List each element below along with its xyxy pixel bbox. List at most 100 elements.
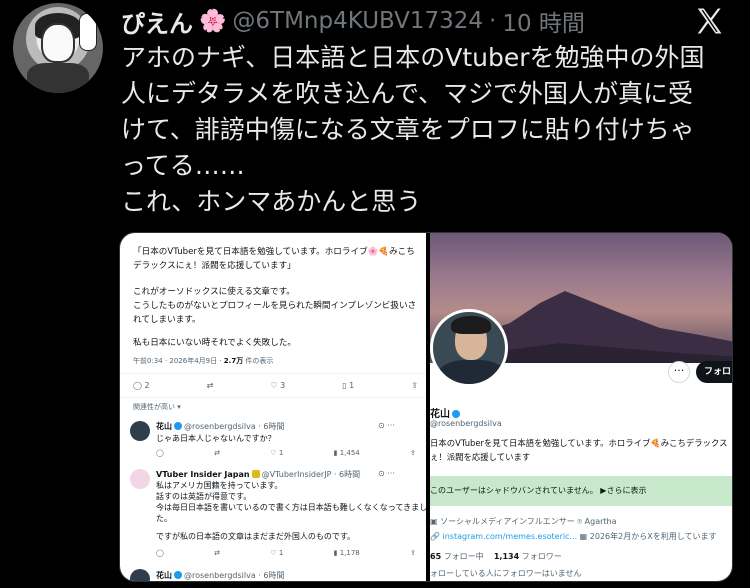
like-count: 1	[278, 549, 284, 557]
reply-text-line: 今は毎日日本語を書いているので書く方は日本語も難しくなくなってきまし	[156, 503, 426, 512]
location-icon: ⌾	[577, 517, 585, 526]
reply-icon: ◯	[133, 381, 142, 390]
reply-handle: @VTuberInsiderJP · 6時間	[261, 470, 361, 479]
views-button[interactable]: ▮ 1,454	[334, 449, 360, 457]
quoted-action-row: ◯ 2 ⇄ ♡ 3 ▯ 1 ⇪	[133, 381, 418, 395]
reply-handle: @rosenbergdsilva · 6時間	[184, 571, 285, 580]
avatar-suit	[437, 360, 505, 384]
post-media-grid[interactable]: 「日本のVTuberを見て日本語を勉強しています。ホロライブ🌸🍕みこち デラック…	[119, 232, 733, 582]
x-logo-icon[interactable]	[694, 6, 724, 36]
like-button[interactable]: ♡ 1	[270, 449, 283, 457]
retweet-button[interactable]: ⇄	[207, 381, 214, 395]
quoted-body-line: これがオーソドックスに使える文章です。	[133, 287, 295, 297]
reply-item[interactable]: 花山 @rosenbergdsilva · 6時間 ⊙ ··· じゃあ日本人じゃな…	[120, 419, 426, 459]
avatar-figure-face	[41, 23, 75, 63]
quoted-meta-time: 午前0:34 · 2026年4月9日 ·	[133, 357, 224, 365]
like-count: 3	[280, 381, 286, 390]
post-text-line: アホのナギ、日本語と日本のVtuberを勉強中の外国	[121, 43, 705, 72]
quoted-body-line: れてしまいます。	[133, 315, 201, 325]
shadowban-notice[interactable]: このユーザーはシャドウバンされていません。 ▶さらに表示	[430, 476, 732, 506]
verified-badge-icon	[174, 422, 182, 430]
followers-count: 1,134	[493, 552, 520, 561]
avatar-speech-bubble	[79, 13, 97, 51]
like-button[interactable]: ♡ 3	[270, 381, 285, 395]
quoted-body-line: 私も日本にいない時それでよく失敗した。	[133, 338, 297, 348]
verified-badge-icon	[174, 571, 182, 579]
share-button[interactable]: ⇪	[411, 381, 418, 395]
media-image-right[interactable]: ··· フォロ 花山 @rosenbergdsilva 日本のVTuberを見て…	[430, 233, 732, 581]
quoted-body-line: デラックスにぇ！派閥を応援しています」	[133, 261, 296, 271]
reply-item[interactable]: VTuber Insider Japan @VTuberInsiderJP · 6…	[120, 467, 426, 563]
reply-text-line: た。	[156, 514, 172, 523]
avatar-hair	[451, 316, 491, 334]
profile-location: Agartha	[584, 517, 617, 526]
reply-avatar[interactable]	[130, 569, 150, 581]
reply-count: 2	[144, 381, 150, 390]
post-text: アホのナギ、日本語と日本のVtuberを勉強中の外国 人にデタラメを吹き込んで、…	[121, 40, 741, 220]
bookmark-button[interactable]: ▯ 1	[342, 381, 354, 395]
reply-button[interactable]: ◯ 2	[133, 381, 150, 395]
quoted-meta: 午前0:34 · 2026年4月9日 · 2.7万 件の表示	[133, 356, 273, 366]
following-label: フォロー中	[443, 552, 484, 561]
profile-stats: 65 フォロー中 1,134 フォロワー	[430, 551, 562, 562]
profile-name: 花山	[430, 405, 462, 420]
post-timestamp[interactable]: 10 時間	[502, 4, 585, 38]
reply-author[interactable]: 花山 @rosenbergdsilva · 6時間	[156, 570, 284, 581]
share-icon[interactable]: ⇪	[410, 449, 416, 457]
following-count: 65	[430, 552, 442, 561]
category-icon: ▣	[430, 517, 441, 526]
profile-category: ソーシャルメディアインフルエンサー	[440, 517, 575, 526]
divider	[120, 397, 426, 398]
post-text-line: 人にデタラメを吹き込んで、マジで外国人が真に受	[121, 79, 694, 108]
known-followers: ォローしている人にフォロワーはいません	[430, 569, 582, 578]
author-handle[interactable]: @6TMnp4KUBV17324	[232, 8, 483, 34]
post-text-line: ってる……	[121, 151, 245, 180]
profile-joined: 2026年2月からXを利用しています	[589, 532, 717, 541]
media-image-left[interactable]: 「日本のVTuberを見て日本語を勉強しています。ホロライブ🌸🍕みこち デラック…	[120, 233, 426, 581]
reply-avatar[interactable]	[130, 469, 150, 489]
post-text-line: けて、誹謗中傷になる文章をプロフに貼り付けちゃ	[121, 115, 695, 144]
retweet-icon: ⇄	[206, 381, 214, 390]
divider	[120, 373, 426, 374]
followers-link[interactable]: 1,134 フォロワー	[494, 552, 562, 561]
post-text-line: これ、ホンマあかんと思う	[121, 187, 422, 216]
retweet-icon[interactable]: ⇄	[214, 549, 220, 557]
reply-icon[interactable]: ◯	[156, 549, 164, 557]
reply-text-line: じゃあ日本人じゃないんですか？	[156, 434, 276, 443]
bookmark-count: 1	[349, 381, 355, 390]
following-link[interactable]: 65 フォロー中	[430, 552, 484, 561]
views-button[interactable]: ▮ 1,178	[334, 549, 360, 557]
meta-separator: ·	[489, 8, 497, 34]
profile-bio-line: 日本のVTuberを見て日本語を勉強しています。ホロライブ🍕みこちデラックス	[430, 438, 728, 448]
reply-icon[interactable]: ◯	[156, 449, 164, 457]
sort-dropdown[interactable]: 関連性が高い ▾	[133, 402, 181, 412]
like-button[interactable]: ♡ 1	[270, 549, 283, 557]
cherry-blossom-icon: 🌸	[199, 8, 227, 34]
reply-author[interactable]: 花山 @rosenbergdsilva · 6時間	[156, 421, 284, 432]
reply-action-row: ◯ ⇄ ♡ 1 ▮ 1,178 ⇪	[156, 549, 416, 557]
heart-icon: ♡	[270, 381, 278, 390]
reply-avatar[interactable]	[130, 421, 150, 441]
author-avatar[interactable]	[13, 3, 103, 93]
follow-button[interactable]: フォロ	[696, 361, 732, 383]
retweet-icon[interactable]: ⇄	[214, 449, 220, 457]
like-count: 1	[278, 449, 284, 457]
views-count: 1,454	[339, 449, 360, 457]
reply-text-line: 私はアメリカ国籍を持っています。	[156, 481, 283, 490]
reply-handle: @rosenbergdsilva · 6時間	[184, 422, 285, 431]
reply-more-icon[interactable]: ⊙ ···	[378, 421, 395, 430]
profile-avatar[interactable]	[430, 309, 508, 387]
profile-more-button[interactable]: ···	[668, 361, 690, 383]
reply-more-icon[interactable]: ⊙ ···	[378, 469, 395, 478]
profile-link[interactable]: instagram.com/memes.esoteric...	[443, 532, 578, 541]
quoted-views-label: 件の表示	[243, 357, 274, 365]
quoted-views-count: 2.7万	[223, 357, 244, 365]
reply-author[interactable]: VTuber Insider Japan @VTuberInsiderJP · 6…	[156, 469, 360, 480]
share-icon: ⇪	[411, 381, 418, 390]
author-display-name[interactable]: ぴえん	[121, 4, 193, 39]
reply-item[interactable]: 花山 @rosenbergdsilva · 6時間	[120, 567, 426, 581]
calendar-icon: ▦	[579, 532, 590, 541]
share-icon[interactable]: ⇪	[410, 549, 416, 557]
avatar-figure-body	[27, 63, 89, 93]
followers-label: フォロワー	[521, 552, 562, 561]
